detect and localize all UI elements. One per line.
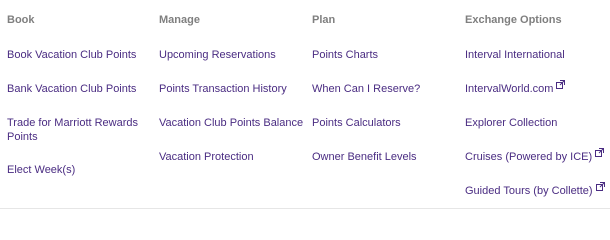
link-label: IntervalWorld.com <box>465 83 554 95</box>
link-upcoming-reservations[interactable]: Upcoming Reservations <box>159 48 276 62</box>
link-points-transaction-history[interactable]: Points Transaction History <box>159 82 287 96</box>
column-heading-exchange-options: Exchange Options <box>465 14 562 26</box>
link-points-calculators[interactable]: Points Calculators <box>312 116 401 130</box>
external-link-icon <box>595 182 605 191</box>
link-points-charts[interactable]: Points Charts <box>312 48 378 62</box>
link-elect-weeks[interactable]: Elect Week(s) <box>7 163 75 177</box>
mega-menu: Book Book Vacation Club Points Bank Vaca… <box>0 0 610 211</box>
link-owner-benefit-levels[interactable]: Owner Benefit Levels <box>312 150 417 164</box>
link-label: Explorer Collection <box>465 117 558 129</box>
column-heading-plan: Plan <box>312 14 336 26</box>
link-interval-international[interactable]: Interval International <box>465 48 565 62</box>
link-vacation-club-points-balance[interactable]: Vacation Club Points Balance <box>159 116 303 130</box>
column-heading-manage: Manage <box>159 14 200 26</box>
link-explorer-collection[interactable]: Explorer Collection <box>465 116 557 130</box>
external-link-icon <box>556 80 566 89</box>
link-bank-vacation-club-points[interactable]: Bank Vacation Club Points <box>7 82 136 96</box>
bottom-divider <box>0 208 610 209</box>
link-when-can-i-reserve[interactable]: When Can I Reserve? <box>312 82 420 96</box>
link-label: Interval International <box>465 49 565 61</box>
link-label: Guided Tours (by Collette) <box>465 185 593 197</box>
link-book-vacation-club-points[interactable]: Book Vacation Club Points <box>7 48 136 62</box>
link-trade-for-marriott-rewards-points[interactable]: Trade for Marriott Rewards Points <box>7 116 147 144</box>
link-cruises-powered-by-ice[interactable]: Cruises (Powered by ICE) <box>465 148 605 164</box>
link-guided-tours-by-collette[interactable]: Guided Tours (by Collette) <box>465 182 605 198</box>
external-link-icon <box>595 148 605 157</box>
column-heading-book: Book <box>7 14 35 26</box>
link-vacation-protection[interactable]: Vacation Protection <box>159 150 254 164</box>
link-label: Cruises (Powered by ICE) <box>465 151 593 163</box>
link-intervalworld-com[interactable]: IntervalWorld.com <box>465 80 566 96</box>
